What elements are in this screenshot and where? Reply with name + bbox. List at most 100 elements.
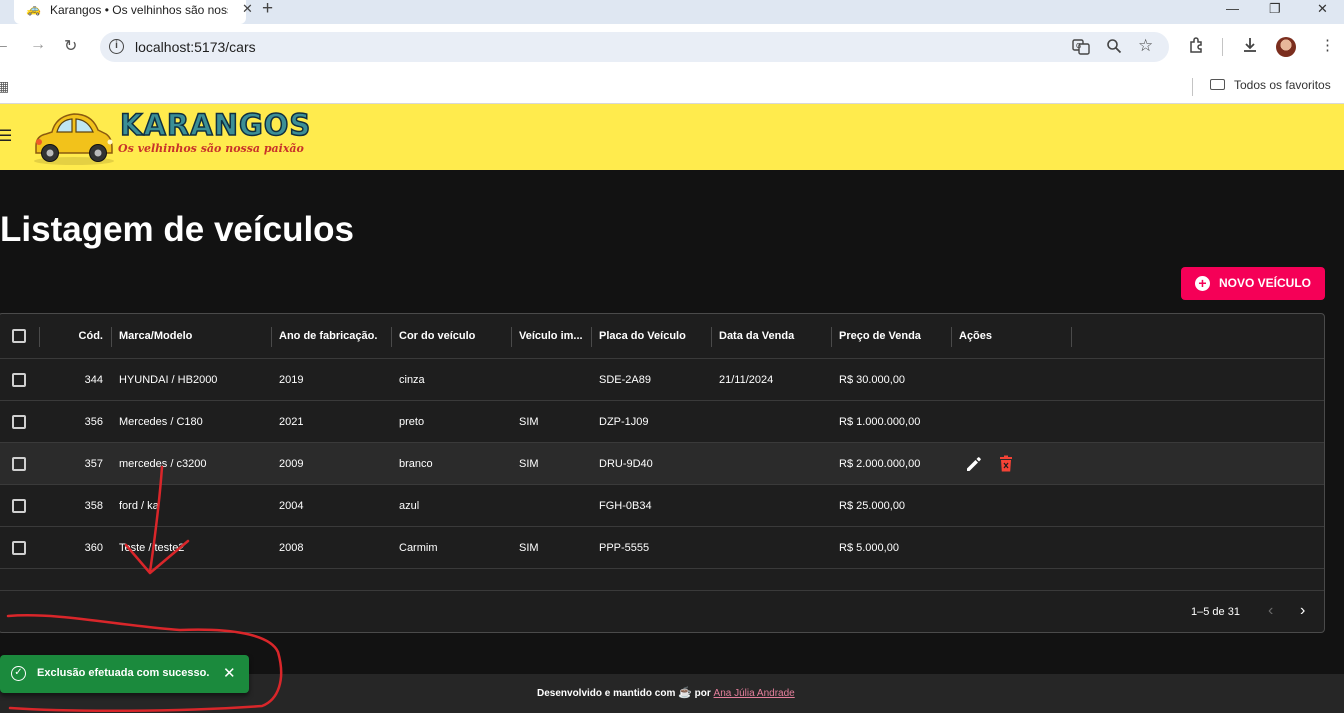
extensions-icon[interactable] — [1188, 36, 1206, 59]
column-separator — [111, 327, 112, 347]
row-checkbox[interactable] — [12, 457, 26, 471]
cell-sale-date: 21/11/2024 — [719, 373, 774, 386]
author-link[interactable]: Ana Júlia Andrade — [714, 688, 795, 699]
cell-year: 2009 — [279, 457, 304, 470]
column-header-year[interactable]: Ano de fabricação. — [279, 314, 389, 358]
apps-icon[interactable]: ▦ — [0, 78, 9, 95]
pagination-range: 1–5 de 31 — [1191, 606, 1240, 618]
close-icon[interactable]: ✕ — [223, 664, 236, 682]
brand-name: KARANGOS — [119, 107, 312, 143]
browser-tab-strip: 🚕 Karangos • Os velhinhos são nossa paix… — [0, 0, 1344, 24]
cell-model: Teste / teste2 — [119, 541, 185, 554]
check-circle-icon: ✓ — [11, 666, 26, 681]
cell-color: branco — [399, 457, 433, 470]
row-checkbox[interactable] — [12, 541, 26, 555]
cell-plate: DZP-1J09 — [599, 415, 649, 428]
cell-id: 358 — [84, 499, 103, 512]
address-bar[interactable]: i localhost:5173/cars G ☆ — [100, 32, 1169, 62]
zoom-icon[interactable] — [1106, 38, 1122, 58]
cell-plate: SDE-2A89 — [599, 373, 651, 386]
cell-color: cinza — [399, 373, 425, 386]
translate-icon[interactable]: G — [1072, 38, 1090, 60]
table-row[interactable]: 344 HYUNDAI / HB2000 2019 cinza SDE-2A89… — [0, 359, 1324, 401]
car-logo-icon[interactable] — [30, 108, 116, 166]
all-bookmarks-link[interactable]: Todos os favoritos — [1234, 78, 1331, 92]
cell-imported: SIM — [519, 415, 539, 428]
column-separator — [1071, 327, 1072, 347]
cell-id: 360 — [84, 541, 103, 554]
success-snackbar: ✓ Exclusão efetuada com sucesso. ✕ — [0, 655, 249, 693]
cell-year: 2004 — [279, 499, 304, 512]
table-pagination: 1–5 de 31 ‹ › — [0, 590, 1324, 632]
previous-page-icon[interactable]: ‹ — [1268, 602, 1273, 620]
cell-plate: DRU-9D40 — [599, 457, 653, 470]
table-row[interactable]: 358 ford / ka 2004 azul FGH-0B34 R$ 25.0… — [0, 485, 1324, 527]
footer-by: por — [694, 688, 711, 699]
app-header: ☰ KARANGOS Os velhinhos são nossa paixão — [0, 104, 1344, 170]
hamburger-menu-icon[interactable]: ☰ — [0, 126, 12, 146]
column-separator — [711, 327, 712, 347]
column-header-model[interactable]: Marca/Modelo — [119, 314, 264, 358]
column-header-price[interactable]: Preço de Venda — [839, 314, 949, 358]
edit-pencil-icon[interactable] — [965, 455, 983, 473]
select-all-checkbox[interactable] — [12, 329, 26, 343]
column-header-plate[interactable]: Placa do Veículo — [599, 314, 709, 358]
cell-model: ford / ka — [119, 499, 159, 512]
browser-tab[interactable]: 🚕 Karangos • Os velhinhos são nossa paix… — [14, 0, 253, 24]
cell-plate: FGH-0B34 — [599, 499, 652, 512]
row-checkbox[interactable] — [12, 499, 26, 513]
cell-color: azul — [399, 499, 420, 512]
kebab-menu-icon[interactable]: ⋮ — [1320, 36, 1335, 54]
cell-id: 356 — [84, 415, 103, 428]
column-header-sale-date[interactable]: Data da Venda — [719, 314, 829, 358]
snackbar-message: Exclusão efetuada com sucesso. — [37, 667, 210, 679]
cell-year: 2008 — [279, 541, 304, 554]
star-icon[interactable]: ☆ — [1138, 36, 1153, 56]
next-page-icon[interactable]: › — [1300, 602, 1305, 620]
column-header-actions: Ações — [959, 330, 993, 342]
cell-color: Carmim — [399, 541, 438, 554]
column-separator — [951, 327, 952, 347]
cell-price: R$ 1.000.000,00 — [839, 415, 921, 428]
coffee-icon: ☕ — [678, 687, 692, 699]
new-tab-button[interactable]: + — [262, 0, 273, 20]
reload-icon[interactable]: ↻ — [64, 36, 77, 56]
profile-avatar[interactable] — [1276, 37, 1296, 57]
forward-icon[interactable]: → — [30, 36, 46, 54]
site-info-icon[interactable]: i — [109, 39, 124, 54]
cell-price: R$ 5.000,00 — [839, 541, 899, 554]
table-row[interactable]: 360 Teste / teste2 2008 Carmim SIM PPP-5… — [0, 527, 1324, 569]
cell-imported — [519, 485, 589, 526]
column-separator — [511, 327, 512, 347]
bookmarks-bar: ▦ Todos os favoritos — [0, 70, 1344, 104]
row-checkbox[interactable] — [12, 373, 26, 387]
url-text[interactable]: localhost:5173/cars — [135, 39, 256, 55]
cell-sale-date — [719, 401, 829, 442]
maximize-icon[interactable]: ❐ — [1269, 1, 1281, 17]
tab-close-icon[interactable]: ✕ — [242, 1, 253, 17]
cell-plate: PPP-5555 — [599, 541, 650, 554]
table-row[interactable]: 357 mercedes / c3200 2009 branco SIM DRU… — [0, 443, 1324, 485]
column-header-id[interactable]: Cód. — [41, 314, 103, 358]
delete-trash-icon[interactable] — [999, 455, 1013, 473]
new-vehicle-button[interactable]: + NOVO VEÍCULO — [1181, 267, 1325, 300]
download-icon[interactable] — [1241, 36, 1259, 59]
column-header-imported[interactable]: Veículo im... — [519, 314, 589, 358]
close-window-icon[interactable]: ✕ — [1317, 1, 1328, 17]
cell-model: mercedes / c3200 — [119, 457, 207, 470]
cell-imported: SIM — [519, 457, 539, 470]
cell-price: R$ 25.000,00 — [839, 499, 906, 512]
column-header-color[interactable]: Cor do veículo — [399, 314, 509, 358]
minimize-icon[interactable]: — — [1226, 1, 1239, 16]
back-icon[interactable]: ← — [0, 36, 10, 54]
row-checkbox[interactable] — [12, 415, 26, 429]
table-row[interactable]: 356 Mercedes / C180 2021 preto SIM DZP-1… — [0, 401, 1324, 443]
cell-year: 2019 — [279, 373, 304, 386]
column-separator — [591, 327, 592, 347]
tab-title: Karangos • Os velhinhos são nossa paixão — [50, 3, 228, 17]
browser-toolbar: ← → ↻ i localhost:5173/cars G ☆ ⋮ — [0, 24, 1344, 70]
folder-icon — [1210, 79, 1225, 90]
cell-color: preto — [399, 415, 425, 428]
table-header: Cód. Marca/Modelo Ano de fabricação. Cor… — [0, 314, 1324, 359]
cell-imported: SIM — [519, 541, 539, 554]
